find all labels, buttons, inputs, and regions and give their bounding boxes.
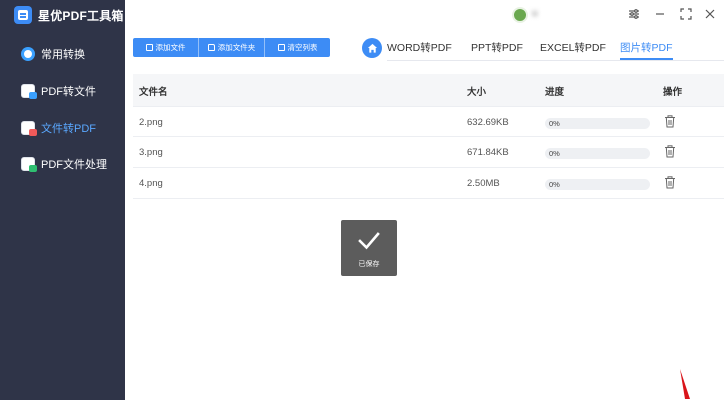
sidebar-item-pdf-to-file[interactable]: PDF转文件	[0, 78, 125, 104]
column-header-action: 操作	[663, 87, 683, 98]
tab-image-to-pdf[interactable]: 图片转PDF	[620, 40, 673, 60]
saved-toast: 已保存	[341, 220, 397, 276]
sidebar-item-label: PDF文件处理	[41, 159, 107, 171]
progress-bar: 0%	[545, 179, 650, 190]
close-icon[interactable]	[703, 7, 717, 21]
clear-icon	[277, 44, 285, 51]
trash-icon[interactable]	[664, 145, 676, 158]
progress-bar: 0%	[545, 118, 650, 129]
file-size: 2.50MB	[467, 178, 500, 189]
brand: 星优PDF工具箱	[14, 4, 124, 26]
clear-list-button[interactable]: 清空列表	[265, 38, 330, 57]
file-name: 4.png	[139, 178, 163, 189]
checkmark-icon	[358, 232, 380, 250]
app-title: 星优PDF工具箱	[38, 8, 124, 23]
maximize-icon[interactable]	[679, 7, 693, 21]
sidebar: 星优PDF工具箱 常用转换 PDF转文件 文件转PDF PDF文件处理	[0, 0, 125, 400]
document-icon	[21, 84, 37, 99]
trash-icon[interactable]	[664, 176, 676, 189]
sidebar-item-common-convert[interactable]: 常用转换	[0, 41, 125, 67]
progress-text: 0%	[549, 149, 560, 158]
red-arrow-annotation	[680, 369, 690, 399]
app-logo-icon	[14, 6, 32, 24]
avatar[interactable]	[512, 7, 528, 23]
table-row[interactable]: 3.png 671.84KB 0%	[133, 137, 724, 168]
table-header: 文件名 大小 进度 操作	[133, 74, 724, 106]
file-table: 文件名 大小 进度 操作 2.png 632.69KB 0% 3.png 671…	[133, 74, 724, 199]
add-file-button[interactable]: 添加文件	[133, 38, 199, 57]
sidebar-item-pdf-processing[interactable]: PDF文件处理	[0, 151, 125, 177]
toast-text: 已保存	[358, 261, 380, 268]
table-row[interactable]: 4.png 2.50MB 0%	[133, 168, 724, 199]
trash-icon[interactable]	[664, 115, 676, 128]
sidebar-item-file-to-pdf[interactable]: 文件转PDF	[0, 115, 125, 141]
file-size: 671.84KB	[467, 147, 509, 158]
progress-text: 0%	[549, 180, 560, 189]
minimize-icon[interactable]	[653, 7, 667, 21]
clear-list-label: 清空列表	[287, 43, 318, 52]
file-size: 632.69KB	[467, 117, 509, 128]
file-name: 2.png	[139, 117, 163, 128]
file-name: 3.png	[139, 147, 163, 158]
tab-excel-to-pdf[interactable]: EXCEL转PDF	[540, 40, 606, 60]
home-button[interactable]	[362, 38, 382, 58]
sidebar-item-label: 常用转换	[41, 49, 85, 61]
tab-ppt-to-pdf[interactable]: PPT转PDF	[471, 40, 523, 60]
document-icon	[21, 121, 37, 136]
sliders-icon[interactable]	[627, 7, 641, 21]
file-icon	[145, 44, 153, 51]
file-toolbar: 添加文件 添加文件夹 清空列表	[133, 38, 330, 57]
column-header-progress: 进度	[545, 87, 565, 98]
column-header-name: 文件名	[139, 87, 168, 98]
conversion-tabs: WORD转PDF PPT转PDF EXCEL转PDF 图片转PDF	[387, 40, 724, 61]
tab-word-to-pdf[interactable]: WORD转PDF	[387, 40, 452, 60]
table-row[interactable]: 2.png 632.69KB 0%	[133, 106, 724, 137]
progress-text: 0%	[549, 119, 560, 128]
add-folder-button[interactable]: 添加文件夹	[199, 38, 265, 57]
add-folder-label: 添加文件夹	[217, 43, 256, 52]
folder-icon	[207, 44, 215, 51]
column-header-size: 大小	[467, 87, 487, 98]
add-file-label: 添加文件	[155, 43, 186, 52]
sidebar-item-label: 文件转PDF	[41, 123, 96, 135]
document-icon	[21, 157, 37, 172]
home-icon	[367, 43, 377, 53]
progress-bar: 0%	[545, 148, 650, 159]
sidebar-item-label: PDF转文件	[41, 86, 96, 98]
circle-icon	[21, 47, 35, 61]
user-name[interactable]: u	[532, 8, 612, 20]
